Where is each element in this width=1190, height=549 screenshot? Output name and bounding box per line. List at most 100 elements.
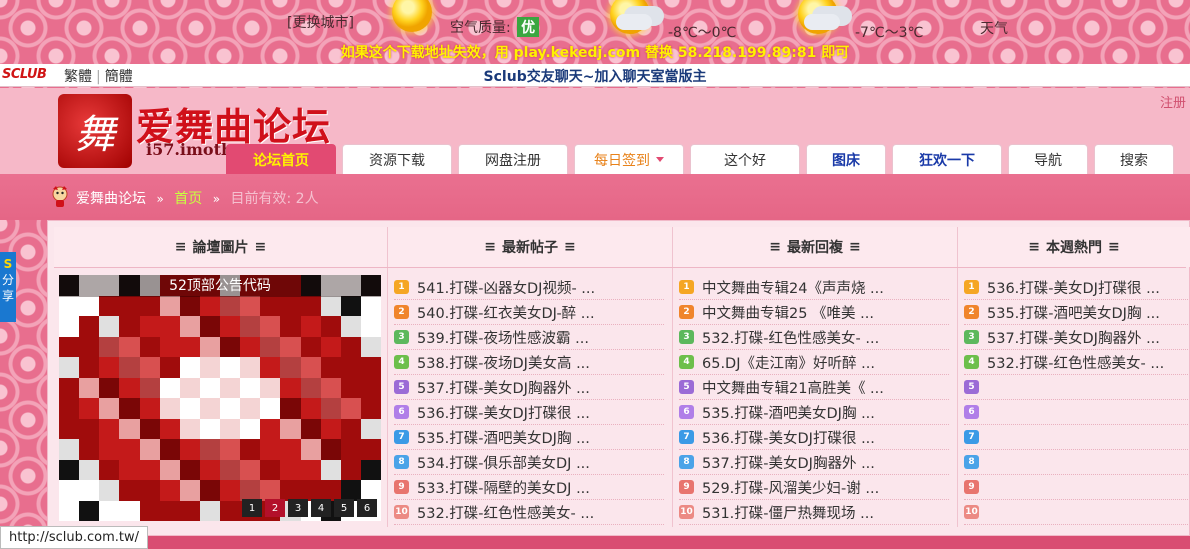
list-item-title: 534.打碟-俱乐部美女DJ ... — [417, 455, 590, 472]
rank-number-icon: 1 — [394, 280, 409, 294]
list-item-title: 535.打碟-酒吧美女DJ胸 ... — [417, 430, 590, 447]
forum-logo-icon[interactable]: 舞 — [58, 94, 132, 168]
list-item[interactable]: 10 531.打碟-僵尸热舞现场 ... — [679, 500, 949, 525]
list-item-title: 533.打碟-隔壁的美女DJ ... — [417, 480, 590, 497]
download-notice: 如果这个下载地址失效，用 play.kekedj.com 替换 58.218.1… — [340, 45, 850, 61]
column-header-hot-week: ≡ 本週熱門 ≡ — [958, 227, 1190, 267]
list-item[interactable]: 5 537.打碟-美女DJ胸器外 ... — [394, 375, 664, 400]
new-replies-list: 1 中文舞曲专辑24《声声烧 ... 2 中文舞曲专辑25 《唯美 ... 3 532.打… — [679, 275, 949, 525]
list-item[interactable]: 9 529.打碟-风溜美少妇-谢 ... — [679, 475, 949, 500]
list-item[interactable]: 7 535.打碟-酒吧美女DJ胸 ... — [394, 425, 664, 450]
nav-tab-3[interactable]: 每日签到 — [574, 144, 684, 174]
list-item[interactable]: 3 532.打碟-红色性感美女- ... — [679, 325, 949, 350]
list-item[interactable]: 1 中文舞曲专辑24《声声烧 ... — [679, 275, 949, 300]
caret-down-icon — [656, 157, 664, 162]
change-city-link[interactable]: [更换城市] — [287, 12, 354, 32]
list-item[interactable]: 7 536.打碟-美女DJ打碟很 ... — [679, 425, 949, 450]
list-item-title: 529.打碟-风溜美少妇-谢 ... — [702, 480, 880, 497]
list-item[interactable]: 4 65.DJ《走江南》好听醉 ... — [679, 350, 949, 375]
list-item: 10 — [964, 500, 1188, 525]
forum-header: 舞 爱舞曲论坛 i57.imoth 注册 论坛首页 资源下载 网盘注册 每日签到 这个好… — [0, 88, 1190, 174]
list-item-title: 535.打碟-酒吧美女DJ胸 ... — [987, 305, 1160, 322]
slider-image[interactable] — [59, 275, 381, 521]
list-item-title: 中文舞曲专辑24《声声烧 ... — [702, 280, 884, 297]
list-item[interactable]: 2 中文舞曲专辑25 《唯美 ... — [679, 300, 949, 325]
rank-number-icon: 6 — [964, 405, 979, 419]
rank-number-icon: 2 — [394, 305, 409, 319]
list-item-title: 532.打碟-红色性感美女- ... — [417, 505, 595, 522]
list-item-title: 中文舞曲专辑25 《唯美 ... — [702, 305, 874, 322]
slider-page-button[interactable]: 5 — [334, 499, 354, 517]
slider-page-button[interactable]: 1 — [242, 499, 262, 517]
slider-page-button[interactable]: 2 — [265, 499, 285, 517]
list-item[interactable]: 8 534.打碟-俱乐部美女DJ ... — [394, 450, 664, 475]
rank-number-icon: 9 — [679, 480, 694, 494]
list-item[interactable]: 2 540.打碟-红衣美女DJ-醉 ... — [394, 300, 664, 325]
nav-tab-2[interactable]: 网盘注册 — [458, 144, 568, 174]
breadcrumb: 爱舞曲论坛 » 首页 » 目前有效: 2人 — [0, 174, 1190, 220]
list-item-title: 536.打碟-美女DJ打碟很 ... — [987, 280, 1160, 297]
air-quality: 空气质量: 优 — [450, 17, 540, 37]
nav-tab-4[interactable]: 这个好 — [690, 144, 800, 174]
nav-tab-1[interactable]: 资源下载 — [342, 144, 452, 174]
list-item[interactable]: 8 537.打碟-美女DJ胸器外 ... — [679, 450, 949, 475]
list-item[interactable]: 2 535.打碟-酒吧美女DJ胸 ... — [964, 300, 1188, 325]
rank-number-icon: 1 — [964, 280, 979, 294]
share-side-button[interactable]: S 分 享 — [0, 252, 16, 322]
list-item-title: 536.打碟-美女DJ打碟很 ... — [702, 430, 875, 447]
list-item[interactable]: 5 中文舞曲专辑21高胜美《 ... — [679, 375, 949, 400]
list-item-title: 538.打碟-夜场DJ美女高 ... — [417, 355, 590, 372]
list-item: 8 — [964, 450, 1188, 475]
chatroom-link[interactable]: Sclub交友聊天~加入聊天室當版主 — [484, 69, 707, 85]
home-mascot-icon — [52, 186, 68, 207]
list-item-title: 532.打碟-红色性感美女- ... — [987, 355, 1165, 372]
list-item-title: 65.DJ《走江南》好听醉 ... — [702, 355, 875, 372]
list-item[interactable]: 1 536.打碟-美女DJ打碟很 ... — [964, 275, 1188, 300]
list-item: 6 — [964, 400, 1188, 425]
list-item[interactable]: 4 538.打碟-夜场DJ美女高 ... — [394, 350, 664, 375]
list-item[interactable]: 3 539.打碟-夜场性感波霸 ... — [394, 325, 664, 350]
rank-number-icon: 9 — [964, 480, 979, 494]
status-bar-url: http://sclub.com.tw/ — [0, 526, 148, 549]
column-header-new-posts: ≡ 最新帖子 ≡ — [388, 227, 672, 267]
rank-number-icon: 7 — [679, 430, 694, 444]
new-posts-list: 1 541.打碟-凶器女DJ视频- ... 2 540.打碟-红衣美女DJ-醉 ...… — [394, 275, 664, 525]
list-item: 5 — [964, 375, 1188, 400]
rank-number-icon: 6 — [394, 405, 409, 419]
temperature-2: -7℃～3℃ — [855, 25, 924, 41]
rank-number-icon: 7 — [964, 430, 979, 444]
nav-tab-6[interactable]: 狂欢一下 — [892, 144, 1002, 174]
slider-page-button[interactable]: 3 — [288, 499, 308, 517]
slider-page-button[interactable]: 6 — [357, 499, 377, 517]
online-count: 目前有效: 2人 — [230, 191, 319, 207]
list-item[interactable]: 6 536.打碟-美女DJ打碟很 ... — [394, 400, 664, 425]
cloud-icon-2 — [804, 14, 840, 30]
breadcrumb-forum[interactable]: 爱舞曲论坛 — [76, 191, 146, 207]
nav-tab-0[interactable]: 论坛首页 — [226, 144, 336, 174]
weather-strip: [更换城市] 空气质量: 优 -8℃～0℃ -7℃～3℃ 天气 如果这个下载地址… — [0, 0, 1190, 64]
list-item[interactable]: 9 533.打碟-隔壁的美女DJ ... — [394, 475, 664, 500]
temperature-1: -8℃～0℃ — [668, 25, 737, 41]
list-item-title: 541.打碟-凶器女DJ视频- ... — [417, 280, 596, 297]
list-item[interactable]: 1 541.打碟-凶器女DJ视频- ... — [394, 275, 664, 300]
nav-tab-8[interactable]: 搜索 — [1094, 144, 1174, 174]
weather-link[interactable]: 天气 — [980, 18, 1008, 38]
slider-page-button[interactable]: 4 — [311, 499, 331, 517]
list-item: 7 — [964, 425, 1188, 450]
list-item[interactable]: 10 532.打碟-红色性感美女- ... — [394, 500, 664, 525]
list-item[interactable]: 6 535.打碟-酒吧美女DJ胸 ... — [679, 400, 949, 425]
register-link[interactable]: 注册 — [1160, 92, 1186, 111]
nav-tab-5[interactable]: 图床 — [806, 144, 886, 174]
list-item[interactable]: 3 537.打碟-美女DJ胸器外 ... — [964, 325, 1188, 350]
rank-number-icon: 5 — [679, 380, 694, 394]
list-item[interactable]: 4 532.打碟-红色性感美女- ... — [964, 350, 1188, 375]
rank-number-icon: 4 — [679, 355, 694, 369]
rank-number-icon: 5 — [964, 380, 979, 394]
list-item-title: 540.打碟-红衣美女DJ-醉 ... — [417, 305, 595, 322]
rank-number-icon: 1 — [679, 280, 694, 294]
image-slider[interactable]: 52顶部公告代码 123456 — [59, 275, 381, 521]
hot-week-list: 1 536.打碟-美女DJ打碟很 ... 2 535.打碟-酒吧美女DJ胸 ... 3 5… — [964, 275, 1188, 525]
rank-number-icon: 8 — [964, 455, 979, 469]
breadcrumb-home[interactable]: 首页 — [174, 191, 202, 207]
nav-tab-7[interactable]: 导航 — [1008, 144, 1088, 174]
